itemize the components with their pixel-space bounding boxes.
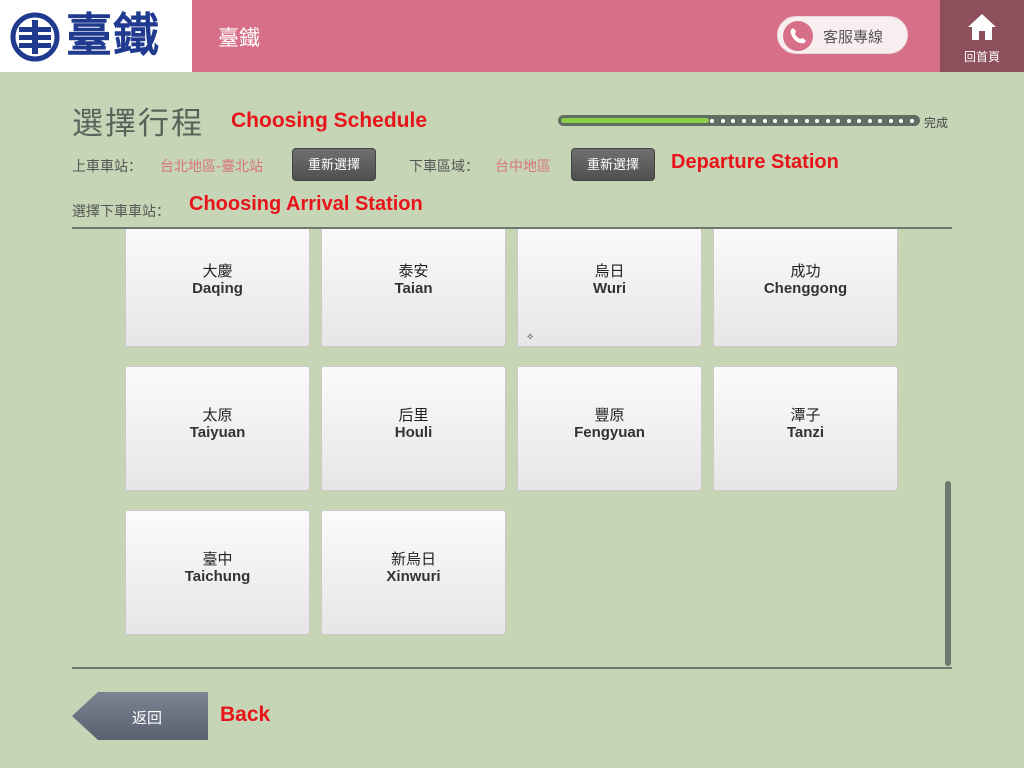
- station-name-zh: 太原: [202, 406, 233, 424]
- progress-dot: [846, 118, 851, 123]
- progress-dot: [825, 118, 830, 123]
- header-title: 臺鐵: [218, 26, 260, 50]
- annotation-choosing-schedule: Choosing Schedule: [231, 109, 428, 132]
- station-name-zh: 成功: [790, 262, 821, 280]
- station-button[interactable]: 豐原 Fengyuan: [517, 366, 702, 491]
- home-label: 回首頁: [963, 50, 1000, 64]
- station-name-zh: 豐原: [594, 406, 625, 424]
- station-button[interactable]: 新烏日 Xinwuri: [321, 510, 506, 635]
- progress-dot: [867, 118, 872, 123]
- progress-dot: [857, 118, 862, 123]
- station-button[interactable]: 成功 Chenggong: [713, 229, 898, 347]
- reselect-region-button[interactable]: 重新選擇: [571, 148, 655, 181]
- progress-dot: [741, 118, 746, 123]
- station-name-zh: 大慶: [202, 262, 233, 280]
- logo-text: 臺鐵: [66, 8, 160, 62]
- page-title: 選擇行程: [72, 106, 204, 142]
- station-button[interactable]: 后里 Houli: [321, 366, 506, 491]
- station-button[interactable]: 泰安 Taian: [321, 229, 506, 347]
- top-header: 臺鐵 臺鐵 客服專線 回首頁: [0, 0, 1024, 72]
- phone-icon: [783, 21, 813, 51]
- progress-fill: [561, 118, 709, 123]
- progress-dot: [710, 118, 714, 123]
- station-list-scrollbar[interactable]: [945, 481, 951, 666]
- annotation-departure-station: Departure Station: [671, 151, 839, 173]
- annotation-back: Back: [220, 703, 271, 726]
- hotline-label: 客服專線: [823, 28, 884, 46]
- choose-arrival-label: 選擇下車車站：: [72, 204, 170, 220]
- station-name-zh: 泰安: [398, 262, 429, 280]
- progress-dot: [794, 118, 799, 123]
- progress-dot: [752, 118, 757, 123]
- progress-dot: [815, 118, 820, 123]
- progress-dot: [836, 118, 841, 123]
- progress-label: 完成: [924, 116, 949, 130]
- progress-dots: [710, 118, 914, 123]
- home-button[interactable]: 回首頁: [940, 0, 1024, 72]
- station-name-en: Taian: [394, 280, 433, 297]
- progress-dot: [773, 118, 778, 123]
- reselect-boarding-button[interactable]: 重新選擇: [292, 148, 376, 181]
- progress-dot: [762, 118, 767, 123]
- alighting-region-label: 下車區域：: [409, 159, 479, 175]
- home-icon: [968, 14, 996, 40]
- progress-dot: [783, 118, 788, 123]
- alighting-region-value: 台中地區: [495, 159, 551, 175]
- railway-emblem-icon: [10, 12, 60, 62]
- station-name-en: Wuri: [592, 280, 627, 297]
- logo: 臺鐵: [0, 0, 192, 72]
- boarding-station-value: 台北地區-臺北站: [160, 159, 264, 175]
- station-name-en: Xinwuri: [386, 568, 441, 585]
- station-name-en: Tanzi: [786, 424, 825, 441]
- station-name-en: Fengyuan: [574, 424, 645, 441]
- cursor-icon: ✧: [526, 332, 535, 343]
- progress-dot: [731, 118, 736, 123]
- station-grid: 大慶 Daqing 泰安 Taian 烏日 Wuri 成功 Chenggong 太原 Taiyua…: [72, 229, 952, 668]
- customer-hotline-button[interactable]: 客服專線: [777, 16, 908, 54]
- station-button[interactable]: 潭子 Tanzi: [713, 366, 898, 491]
- progress-bar: [558, 115, 920, 126]
- station-name-en: Taiyuan: [189, 424, 246, 441]
- station-button[interactable]: 太原 Taiyuan: [125, 366, 310, 491]
- progress-dot: [804, 118, 809, 123]
- station-name-en: Taichung: [184, 568, 251, 585]
- progress-dot: [909, 118, 914, 123]
- annotation-choosing-arrival: Choosing Arrival Station: [189, 193, 423, 215]
- station-name-zh: 臺中: [202, 550, 233, 568]
- progress-dot: [878, 118, 883, 123]
- progress-dot: [888, 118, 893, 123]
- station-button[interactable]: 烏日 Wuri: [517, 229, 702, 347]
- station-name-zh: 烏日: [594, 262, 625, 280]
- bottom-divider: [72, 667, 952, 669]
- back-button[interactable]: 返回: [72, 692, 208, 744]
- station-button[interactable]: 臺中 Taichung: [125, 510, 310, 635]
- boarding-station-label: 上車車站：: [72, 159, 142, 175]
- station-name-zh: 潭子: [790, 406, 821, 424]
- station-button[interactable]: 大慶 Daqing: [125, 229, 310, 347]
- station-name-en: Chenggong: [763, 280, 848, 297]
- back-label: 返回: [132, 709, 163, 727]
- station-name-zh: 后里: [398, 406, 429, 424]
- progress-dot: [899, 118, 904, 123]
- station-name-zh: 新烏日: [390, 550, 436, 568]
- progress-dot: [720, 118, 725, 123]
- station-name-en: Houli: [394, 424, 433, 441]
- station-name-en: Daqing: [192, 280, 243, 297]
